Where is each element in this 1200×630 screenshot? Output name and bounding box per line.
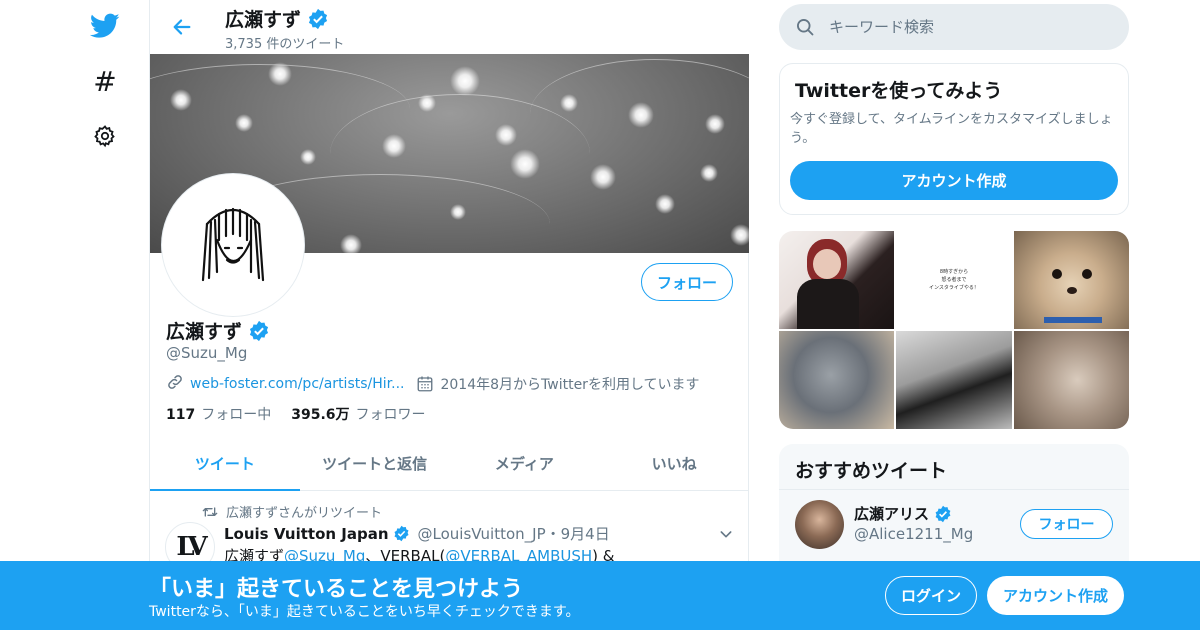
suggested-user-name[interactable]: 広瀬アリス [854,503,952,524]
tab-tweets[interactable]: ツイート [150,436,300,491]
tab-tweets-and-replies[interactable]: ツイートと返信 [300,436,450,490]
media-figure [813,249,841,279]
banner-light [705,114,725,134]
media-thumbnail[interactable] [1013,231,1129,329]
banner-light [628,102,654,128]
suggested-user-handle: @Alice1211_Mg [854,525,974,543]
suggested-follow-button[interactable]: フォロー [1020,509,1113,539]
retweet-text: 広瀬すずさんがリツイート [226,506,383,521]
joined-date: 2014年8月からTwitterを利用しています [416,374,700,394]
bottom-signup-bar: 「いま」起きていることを見つけよう Twitterなら、「いま」起きていることを… [0,561,1200,630]
media-thumbnail[interactable] [1013,331,1129,429]
banner-light [340,234,362,253]
profile-handle: @Suzu_Mg [166,344,248,362]
header-name-text: 広瀬すず [225,9,302,31]
media-figure [1043,317,1102,323]
bottom-bar-title: 「いま」起きていることを見つけよう [149,577,524,602]
tweet-count: 3,735 件のツイート [225,37,345,52]
tweet-header: Louis Vuitton Japan @LouisVuitton_JP・9月4… [224,523,610,544]
link-icon [166,373,184,395]
bottom-signup-button[interactable]: アカウント作成 [987,576,1124,615]
profile-meta: web-foster.com/pc/artists/Hir... 2014年8月… [166,373,700,395]
banner-light [382,134,406,158]
verified-badge-icon [934,505,952,523]
following-label: フォロー中 [201,407,272,423]
search-icon [795,17,815,37]
followers-label: フォロワー [355,407,426,423]
create-account-button[interactable]: アカウント作成 [790,161,1118,200]
banner-light [268,62,292,86]
tab-likes[interactable]: いいね [599,436,749,490]
joined-text: 2014年8月からTwitterを利用しています [440,377,700,393]
hashtag-glyph: # [93,64,117,98]
media-figure [1081,269,1092,279]
media-grid: 8時すぎから 怒る者まで インスタライブやる！ [779,231,1129,429]
main-column: 広瀬すず 3,735 件のツイート フォロー 広瀬すず @Suzu_Mg web… [149,0,749,630]
media-figure [1051,269,1062,279]
banner-light [560,94,578,112]
media-figure [1066,287,1077,294]
profile-tabs: ツイート ツイートと返信 メディア いいね [150,436,749,491]
profile-name-text: 広瀬すず [166,321,243,343]
banner-light [590,164,616,190]
followers-count: 395.6万 [291,407,350,423]
calendar-icon [416,375,434,393]
followers-stat[interactable]: 395.6万 フォロワー [291,404,425,424]
suggested-user-avatar[interactable] [795,500,844,549]
signup-card-title: Twitterを使ってみよう [795,80,1003,102]
profile-stats: 117 フォロー中 395.6万 フォロワー [166,404,426,424]
banner-light [450,204,466,220]
suggested-title: おすすめツイート [795,460,948,482]
verified-badge-icon [393,525,410,542]
retweet-icon [202,505,218,519]
chevron-down-icon[interactable] [718,526,734,546]
tab-media[interactable]: メディア [450,436,600,490]
tweet-item[interactable]: 広瀬すずさんがリツイート LV Louis Vuitton Japan @Lou… [150,492,749,572]
tweet-handle-date: @LouisVuitton_JP・9月4日 [417,525,610,543]
signup-card: Twitterを使ってみよう 今すぐ登録して、タイムラインをカスタマイズしましょ… [779,63,1129,215]
banner-light [730,224,749,246]
following-stat[interactable]: 117 フォロー中 [166,404,271,424]
banner-light [170,89,192,111]
media-thumbnail[interactable] [779,231,895,329]
back-arrow-icon[interactable] [167,12,197,42]
media-thumbnail[interactable] [896,331,1012,429]
search-bar[interactable] [779,4,1129,50]
bottom-bar-subtitle: Twitterなら、「いま」起きていることをいち早くチェックできます。 [149,604,580,620]
media-thumbnail[interactable] [779,331,895,429]
poster-text: 8時すぎから 怒る者まで インスタライブやる！ [929,269,979,291]
follow-button[interactable]: フォロー [641,263,733,301]
profile-avatar[interactable] [162,174,304,316]
profile-header-bar: 広瀬すず 3,735 件のツイート [150,0,749,54]
website-link[interactable]: web-foster.com/pc/artists/Hir... [190,376,404,392]
header-name: 広瀬すず [225,5,329,32]
banner-light [510,149,540,179]
left-nav: # [80,0,130,630]
divider [779,489,1129,490]
profile-name: 広瀬すず [166,317,270,344]
tweet-author-name[interactable]: Louis Vuitton Japan [224,525,389,543]
gear-icon[interactable] [90,121,120,151]
search-input[interactable] [829,18,1109,36]
banner-light [700,164,718,182]
banner-light [418,94,436,112]
media-thumbnail[interactable]: 8時すぎから 怒る者まで インスタライブやる！ [896,231,1012,329]
banner-light [655,194,675,214]
suggested-user-name-text: 広瀬アリス [854,505,930,523]
login-button[interactable]: ログイン [885,576,977,615]
banner-light [495,124,517,146]
hashtag-icon[interactable]: # [90,64,120,98]
twitter-bird-icon[interactable] [90,11,120,41]
signup-card-description: 今すぐ登録して、タイムラインをカスタマイズしましょう。 [790,112,1113,146]
banner-light [300,149,316,165]
verified-badge-icon [248,320,270,342]
media-figure [797,279,859,329]
verified-badge-icon [307,8,329,30]
retweet-indicator: 広瀬すずさんがリツイート [202,502,382,521]
banner-light [235,114,253,132]
following-count: 117 [166,407,196,423]
banner-light [450,66,480,96]
